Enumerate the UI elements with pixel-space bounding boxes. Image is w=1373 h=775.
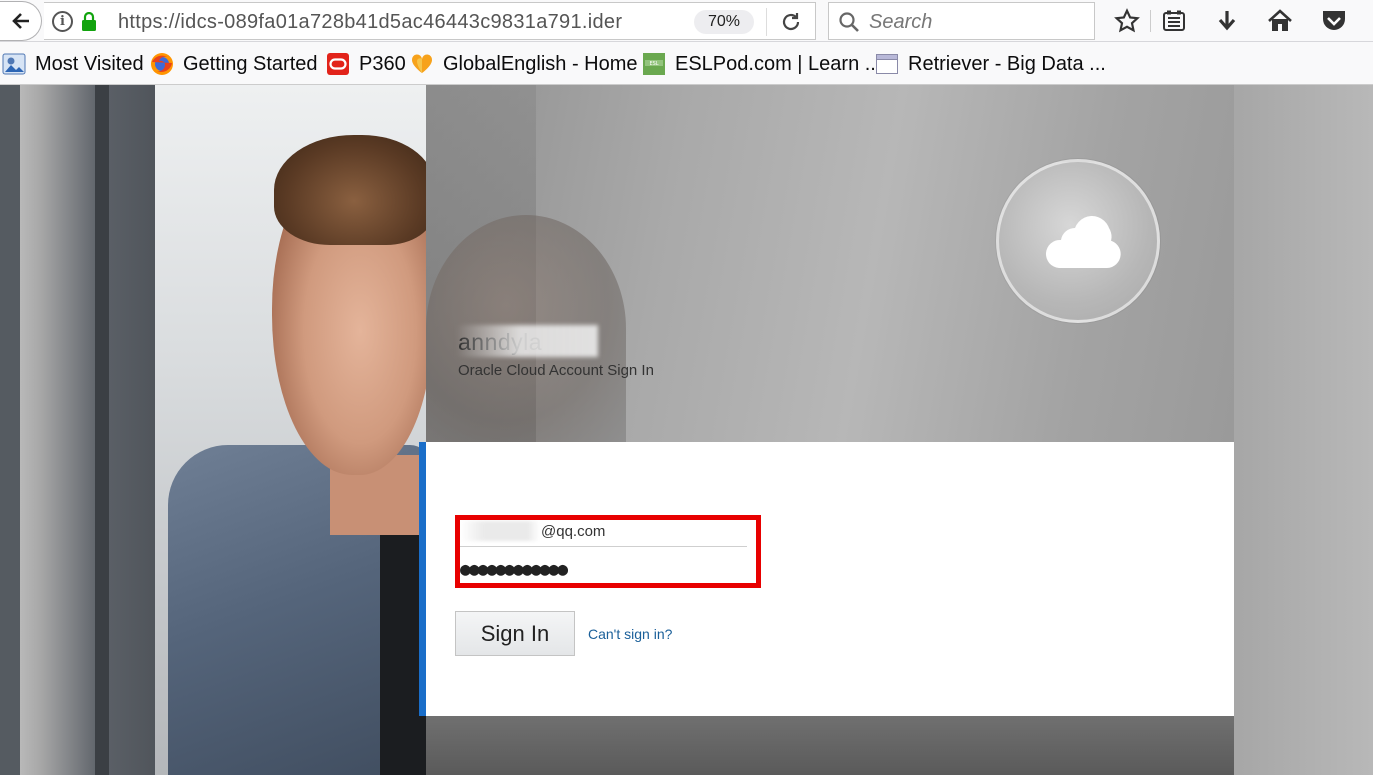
toolbar-separator	[1150, 10, 1151, 32]
bookmark-eslpod[interactable]: ESL ESLPod.com | Learn ...	[642, 51, 881, 77]
reload-icon[interactable]	[780, 11, 802, 33]
login-footer-background	[426, 716, 1234, 775]
account-name-redaction	[456, 325, 598, 357]
credentials-highlight	[455, 515, 761, 588]
home-button[interactable]	[1266, 7, 1294, 35]
url-separator	[766, 8, 767, 36]
url-text[interactable]: https://idcs-089fa01a728b41d5ac46443c983…	[118, 11, 660, 34]
bookmark-label: Retriever - Big Data ...	[908, 52, 1106, 75]
bookmarks-toolbar: Most Visited Getting Started P360 Global…	[0, 42, 1373, 85]
bookmark-label: Getting Started	[183, 52, 318, 75]
globalenglish-icon	[411, 54, 433, 73]
pocket-icon	[1323, 11, 1345, 30]
svg-text:ESL: ESL	[649, 61, 658, 67]
background-photo	[95, 85, 109, 775]
bookmark-globalenglish[interactable]: GlobalEnglish - Home	[410, 51, 638, 77]
star-icon	[1114, 8, 1140, 33]
lock-icon[interactable]	[81, 12, 97, 32]
url-bar[interactable]: i https://idcs-089fa01a728b41d5ac46443c9…	[44, 2, 816, 40]
sign-in-button[interactable]: Sign In	[455, 611, 575, 656]
sign-in-subtitle: Oracle Cloud Account Sign In	[458, 362, 654, 379]
bookmark-label: P360	[359, 52, 406, 75]
bookmark-getting-started[interactable]: Getting Started	[150, 51, 318, 77]
firefox-icon	[151, 53, 173, 75]
search-placeholder: Search	[869, 11, 933, 33]
reading-list-icon	[1163, 10, 1185, 31]
browser-toolbar: i https://idcs-089fa01a728b41d5ac46443c9…	[0, 0, 1373, 42]
bookmark-retriever[interactable]: Retriever - Big Data ...	[875, 51, 1106, 77]
bookmark-star-button[interactable]	[1113, 7, 1141, 35]
bookmark-label: Most Visited	[35, 52, 144, 75]
pocket-button[interactable]	[1320, 7, 1348, 35]
most-visited-icon	[2, 53, 26, 75]
background-person	[274, 135, 434, 245]
cloud-icon	[1045, 216, 1121, 268]
bookmark-most-visited[interactable]: Most Visited	[2, 51, 144, 77]
info-icon[interactable]: i	[52, 11, 73, 32]
back-button[interactable]	[0, 1, 42, 41]
home-icon	[1268, 9, 1292, 31]
sign-in-page: anndyla Oracle Cloud Account Sign In @qq…	[0, 85, 1373, 775]
oracle-icon	[327, 53, 349, 75]
cant-sign-in-link[interactable]: Can't sign in?	[588, 626, 672, 642]
search-icon	[839, 12, 859, 32]
background-photo	[0, 85, 20, 775]
download-arrow-icon	[1218, 11, 1236, 31]
sign-in-panel: @qq.com ●●●●●●●●●●●● Sign In Can't sign …	[419, 442, 1234, 716]
library-button[interactable]	[1160, 7, 1188, 35]
bookmark-p360[interactable]: P360	[326, 51, 406, 77]
page-icon	[876, 54, 898, 74]
cloud-logo	[996, 159, 1160, 323]
downloads-button[interactable]	[1213, 7, 1241, 35]
search-bar[interactable]: Search	[828, 2, 1095, 40]
eslpod-icon: ESL	[643, 53, 665, 75]
bookmark-label: GlobalEnglish - Home	[443, 52, 638, 75]
bookmark-label: ESLPod.com | Learn ...	[675, 52, 882, 75]
zoom-level-badge[interactable]: 70%	[694, 10, 754, 34]
back-arrow-icon	[11, 13, 29, 29]
